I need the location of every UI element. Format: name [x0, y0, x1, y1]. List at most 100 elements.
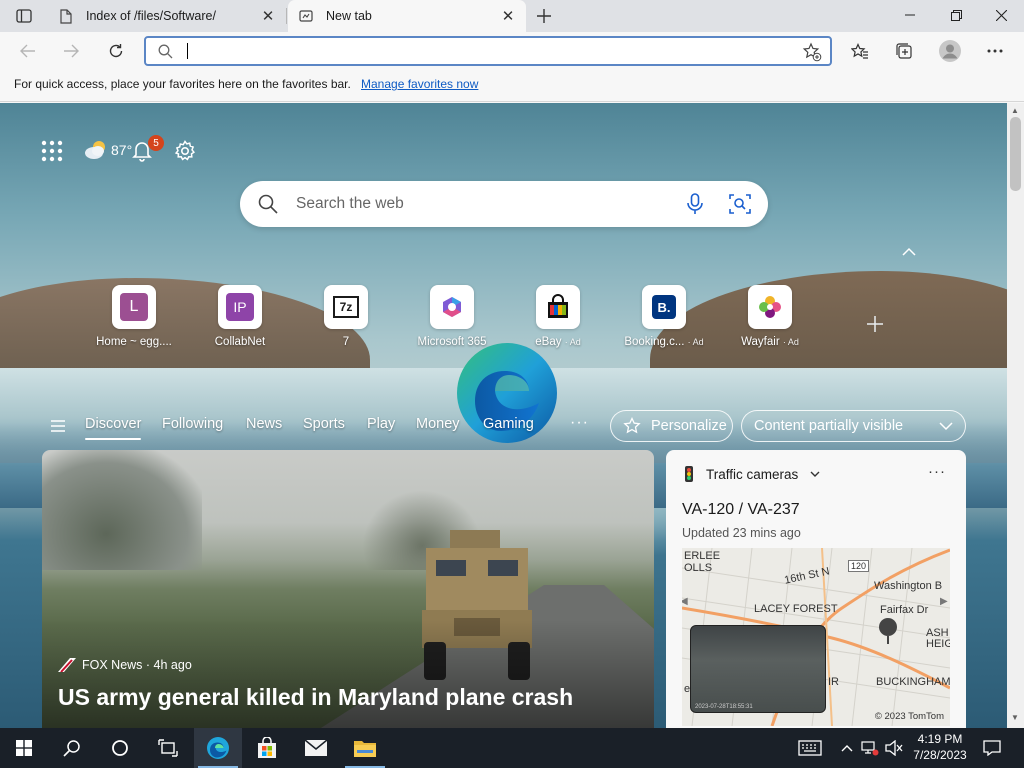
quick-link-label: CollabNet	[214, 336, 266, 348]
minimize-button[interactable]	[887, 0, 933, 30]
back-button[interactable]	[13, 36, 43, 66]
favorites-button[interactable]	[845, 36, 875, 66]
add-site-plus-icon[interactable]	[866, 315, 884, 333]
windows-taskbar: 4:19 PM 7/28/2023	[0, 728, 1024, 768]
app-launcher-icon[interactable]	[40, 139, 64, 163]
restore-icon	[950, 9, 962, 21]
feed-tab-sports[interactable]: Sports	[303, 416, 345, 432]
microphone-icon[interactable]	[686, 193, 704, 215]
weather-cloudy-icon	[85, 141, 105, 159]
map-next-arrow-icon[interactable]: ▶	[940, 596, 948, 607]
manage-favorites-link[interactable]: Manage favorites now	[361, 77, 478, 91]
taskbar-file-explorer-button[interactable]	[341, 728, 389, 768]
feed-tab-play[interactable]: Play	[367, 416, 395, 432]
taskbar-edge-button[interactable]	[194, 728, 242, 768]
more-feed-tabs-button[interactable]: ···	[570, 414, 589, 432]
quick-link[interactable]: B. Booking.c... · Ad	[616, 285, 712, 348]
settings-and-more-button[interactable]	[980, 36, 1010, 66]
windows-logo-icon	[16, 740, 32, 756]
map-label: BUCKINGHAM	[876, 676, 950, 688]
restore-button[interactable]	[933, 0, 979, 30]
traffic-cameras-card: Traffic cameras ··· VA-120 / VA-237 Upda…	[666, 450, 966, 728]
chevron-up-icon[interactable]	[900, 246, 918, 258]
chevron-down-icon[interactable]	[810, 471, 820, 478]
ebay-bag-icon	[548, 294, 568, 318]
show-hidden-icons-button[interactable]	[837, 728, 857, 768]
scroll-up-arrow-icon[interactable]: ▲	[1011, 106, 1019, 115]
taskbar-store-button[interactable]	[243, 728, 291, 768]
quick-link[interactable]: 7z 7	[298, 285, 394, 348]
personalize-label: Personalize	[651, 418, 727, 434]
more-options-icon[interactable]: ···	[928, 463, 946, 480]
personalize-button[interactable]: Personalize	[610, 410, 733, 442]
profile-button[interactable]	[935, 36, 965, 66]
refresh-button[interactable]	[101, 36, 131, 66]
search-icon	[63, 740, 80, 757]
traffic-map[interactable]: ERLEE OLLS 16th St N 120 Washington B LA…	[682, 548, 950, 726]
cortana-circle-icon	[112, 740, 128, 756]
traffic-card-title[interactable]: Traffic cameras	[706, 467, 798, 482]
scroll-down-arrow-icon[interactable]: ▼	[1011, 713, 1019, 722]
action-center-button[interactable]	[980, 728, 1004, 768]
hero-image-trees	[42, 450, 202, 570]
hamburger-menu-icon[interactable]	[50, 419, 66, 433]
map-prev-arrow-icon[interactable]: ◀	[682, 596, 688, 607]
quick-link-label: 7	[342, 336, 350, 348]
camera-timestamp: 2023-07-28T18:55:31	[695, 704, 753, 710]
hero-news-card[interactable]: FOX News · 4h ago US army general killed…	[42, 450, 654, 728]
quick-link[interactable]: L Home ~ egg....	[86, 285, 182, 348]
feed-tab-gaming[interactable]: Gaming	[483, 416, 534, 432]
taskbar-mail-button[interactable]	[292, 728, 340, 768]
chevron-down-icon	[939, 422, 953, 431]
volume-button[interactable]	[884, 728, 904, 768]
feed-tab-news[interactable]: News	[246, 416, 282, 432]
visual-search-icon[interactable]	[729, 193, 751, 215]
personalize-star-icon	[623, 417, 641, 434]
scrollbar-thumb[interactable]	[1010, 117, 1021, 191]
traffic-light-icon	[685, 466, 693, 482]
traffic-camera-thumbnail[interactable]: 2023-07-28T18:55:31	[690, 625, 826, 713]
weather-button[interactable]: 87°	[84, 139, 132, 161]
start-button[interactable]	[0, 728, 48, 768]
favorites-bar-message: For quick access, place your favorites h…	[14, 77, 351, 91]
tray-keyboard-button[interactable]	[796, 728, 824, 768]
mail-icon	[304, 739, 328, 756]
forward-button[interactable]	[56, 36, 86, 66]
close-tab-icon[interactable]: ✕	[500, 8, 516, 25]
collections-button[interactable]	[889, 36, 919, 66]
traffic-route: VA-120 / VA-237	[682, 501, 800, 518]
quick-link[interactable]: IP CollabNet	[192, 285, 288, 348]
news-headline[interactable]: US army general killed in Maryland plane…	[58, 684, 573, 711]
quick-link[interactable]: eBay · Ad	[510, 285, 606, 348]
7zip-logo-icon: 7z	[333, 296, 359, 318]
close-window-button[interactable]	[978, 0, 1024, 30]
quick-link[interactable]: Wayfair · Ad	[722, 285, 818, 348]
web-search-box[interactable]: Search the web	[240, 181, 768, 227]
close-tab-icon[interactable]: ✕	[260, 8, 276, 25]
add-favorite-icon[interactable]	[802, 42, 822, 62]
feed-tab-money[interactable]: Money	[416, 416, 460, 432]
feed-tab-following[interactable]: Following	[162, 416, 223, 432]
tab-actions-button[interactable]	[8, 6, 40, 26]
address-bar[interactable]	[144, 36, 832, 66]
network-status-button[interactable]	[860, 728, 880, 768]
cortana-button[interactable]	[96, 728, 144, 768]
feed-tab-discover[interactable]: Discover	[85, 416, 142, 440]
task-view-button[interactable]	[144, 728, 192, 768]
page-settings-gear-icon[interactable]	[173, 139, 197, 163]
tab-index-of-software[interactable]: Index of /files/Software/ ✕	[48, 0, 286, 32]
quick-link[interactable]: Microsoft 365	[404, 285, 500, 348]
edge-icon	[207, 737, 229, 759]
refresh-icon	[109, 44, 123, 58]
close-icon	[995, 9, 1007, 21]
quick-link-tile: L	[112, 285, 156, 329]
taskbar-search-button[interactable]	[48, 728, 96, 768]
chevron-up-icon	[841, 745, 853, 752]
system-clock[interactable]: 4:19 PM 7/28/2023	[904, 731, 976, 763]
tab-new-tab[interactable]: New tab ✕	[288, 0, 526, 32]
page-scrollbar[interactable]: ▲ ▼	[1007, 103, 1024, 728]
address-input[interactable]	[186, 41, 786, 61]
new-tab-button[interactable]	[530, 4, 558, 28]
quick-link-tile	[748, 285, 792, 329]
content-visibility-dropdown[interactable]: Content partially visible	[741, 410, 966, 442]
